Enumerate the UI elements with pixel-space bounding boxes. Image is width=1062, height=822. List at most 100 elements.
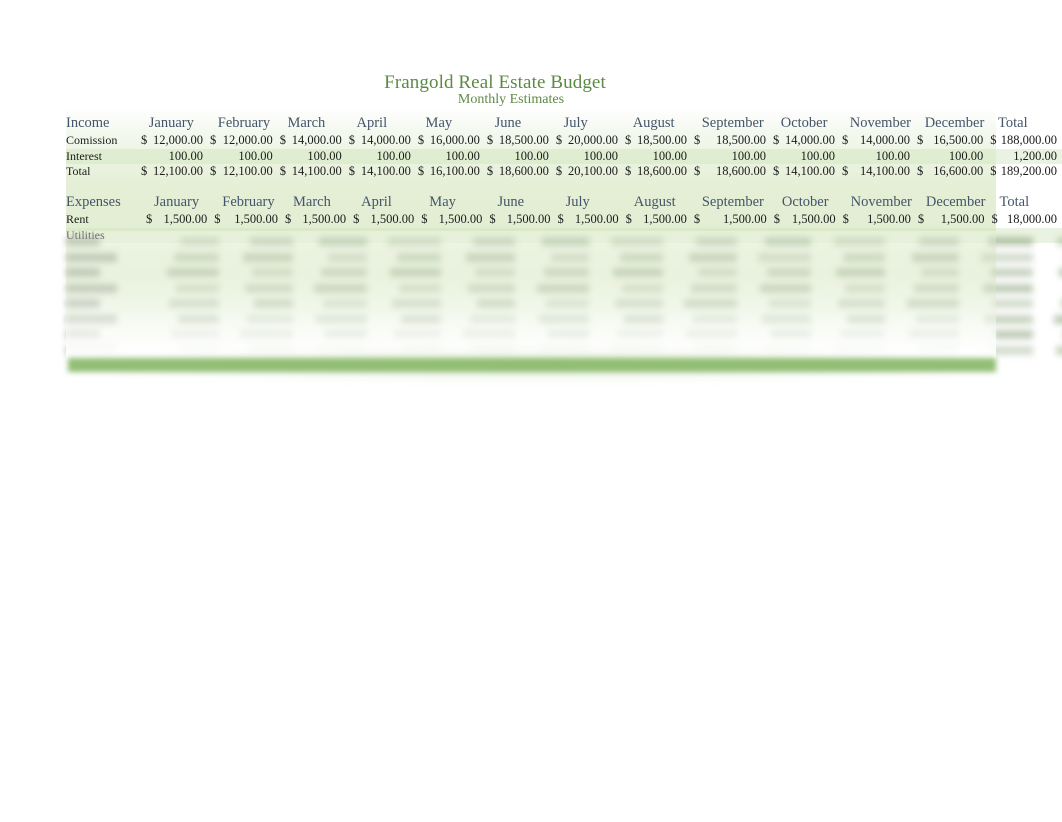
cell-march: 14,000.00 bbox=[291, 133, 342, 147]
column-header-july: July bbox=[563, 115, 588, 131]
currency-symbol bbox=[692, 148, 702, 164]
blurred-cell bbox=[617, 330, 663, 339]
blurred-row bbox=[66, 297, 1062, 310]
cell-february bbox=[222, 227, 283, 243]
currency-symbol bbox=[623, 227, 634, 243]
blurred-cell bbox=[252, 268, 293, 277]
currency-symbol: $ bbox=[917, 212, 925, 226]
cell-june: 1,500.00 bbox=[506, 212, 551, 226]
column-header-september: September bbox=[701, 194, 764, 210]
currency-symbol bbox=[212, 227, 223, 243]
expense-body: Rent $1,500.00 $1,500.00 $1,500.00 $1,500.00… bbox=[66, 212, 1062, 243]
currency-symbol bbox=[555, 227, 566, 243]
blurred-cell bbox=[548, 330, 589, 339]
cell-november: 1,500.00 bbox=[867, 212, 911, 226]
blurred-cell bbox=[463, 330, 515, 339]
cell-total: 1,200.00 bbox=[998, 148, 1062, 164]
currency-symbol: $ bbox=[916, 164, 924, 178]
currency-symbol: $ bbox=[279, 164, 286, 178]
currency-symbol: $ bbox=[624, 164, 632, 178]
blurred-cell bbox=[254, 299, 293, 308]
currency-symbol: $ bbox=[486, 133, 494, 147]
blurred-cell bbox=[477, 299, 515, 308]
blurred-cell bbox=[698, 268, 737, 277]
blurred-row bbox=[66, 328, 1033, 341]
cell-october: 14,000.00 bbox=[785, 133, 836, 147]
blurred-cell bbox=[544, 268, 589, 277]
blurred-cell bbox=[1056, 345, 1062, 355]
header-spacer bbox=[278, 113, 288, 133]
blurred-cell bbox=[167, 268, 219, 277]
row-label: Rent bbox=[66, 212, 89, 226]
header-spacer bbox=[841, 192, 851, 212]
income-header-tr: Income January February March April May June Ju… bbox=[66, 113, 1062, 133]
currency-symbol bbox=[914, 148, 925, 164]
currency-symbol: $ bbox=[486, 164, 494, 178]
blurred-row bbox=[66, 282, 1033, 295]
blurred-cell bbox=[539, 314, 589, 324]
currency-symbol: $ bbox=[353, 212, 360, 226]
blurred-cell bbox=[470, 314, 515, 324]
blurred-cell bbox=[769, 299, 811, 308]
cell-september: 100.00 bbox=[701, 148, 771, 164]
currency-symbol bbox=[351, 227, 362, 243]
column-header-january: January bbox=[154, 194, 200, 210]
blurred-cell bbox=[994, 330, 1033, 339]
currency-symbol bbox=[208, 148, 218, 164]
blurred-cell bbox=[909, 330, 959, 339]
blurred-cell bbox=[551, 252, 589, 262]
blurred-row-label bbox=[66, 299, 100, 308]
cell-total: 189,200.00 bbox=[1000, 164, 1057, 178]
cell-september: 1,500.00 bbox=[723, 212, 767, 226]
blurred-row-label bbox=[66, 283, 117, 293]
column-header-december: December bbox=[925, 194, 986, 210]
cell-august: 1,500.00 bbox=[643, 212, 687, 226]
column-header-november: November bbox=[849, 115, 911, 131]
currency-symbol: $ bbox=[624, 133, 632, 147]
currency-symbol: $ bbox=[772, 133, 780, 147]
cell-april: 100.00 bbox=[356, 148, 416, 164]
header-spacer bbox=[692, 113, 702, 133]
blurred-cell bbox=[247, 314, 293, 324]
column-header-june: June bbox=[497, 194, 525, 210]
cell-november: 100.00 bbox=[849, 148, 915, 164]
cell-total bbox=[999, 227, 1062, 243]
currency-symbol bbox=[771, 227, 782, 243]
currency-symbol bbox=[484, 148, 495, 164]
cell-february: 100.00 bbox=[217, 148, 278, 164]
cell-march: 14,100.00 bbox=[291, 164, 342, 178]
currency-symbol bbox=[346, 148, 357, 164]
blurred-cell bbox=[468, 283, 515, 293]
blurred-cell bbox=[836, 268, 885, 277]
cell-november: 14,100.00 bbox=[859, 164, 910, 178]
header-spacer bbox=[623, 113, 633, 133]
table-row: Utilities bbox=[66, 227, 1062, 243]
currency-symbol: $ bbox=[210, 164, 217, 178]
cell-february: 12,000.00 bbox=[222, 133, 273, 147]
cell-october bbox=[781, 227, 841, 243]
blurred-cell bbox=[907, 299, 959, 308]
blurred-cell bbox=[323, 299, 367, 308]
header-spacer bbox=[916, 192, 926, 212]
cell-december bbox=[925, 227, 990, 243]
blurred-cell bbox=[314, 283, 367, 293]
blurred-cell bbox=[840, 330, 885, 339]
cell-total: 188,000.00 bbox=[1000, 133, 1057, 147]
cell-january: 12,000.00 bbox=[153, 133, 204, 147]
table-row: Rent $1,500.00 $1,500.00 $1,500.00 $1,500.00… bbox=[66, 212, 1062, 228]
blurred-cell bbox=[546, 299, 589, 308]
currency-symbol: $ bbox=[694, 164, 701, 178]
cell-april: 14,000.00 bbox=[360, 133, 411, 147]
currency-symbol bbox=[487, 227, 498, 243]
blurred-cell bbox=[390, 268, 441, 277]
blurred-cell bbox=[845, 283, 885, 293]
cell-december: 16,600.00 bbox=[933, 164, 984, 178]
cell-july: 1,500.00 bbox=[574, 212, 619, 226]
currency-symbol: $ bbox=[279, 133, 286, 147]
header-spacer bbox=[989, 192, 999, 212]
cell-december: 16,500.00 bbox=[933, 133, 984, 147]
blurred-cell bbox=[392, 299, 441, 308]
cell-june: 18,600.00 bbox=[498, 164, 549, 178]
column-header-january: January bbox=[148, 115, 194, 131]
header-spacer bbox=[139, 113, 149, 133]
